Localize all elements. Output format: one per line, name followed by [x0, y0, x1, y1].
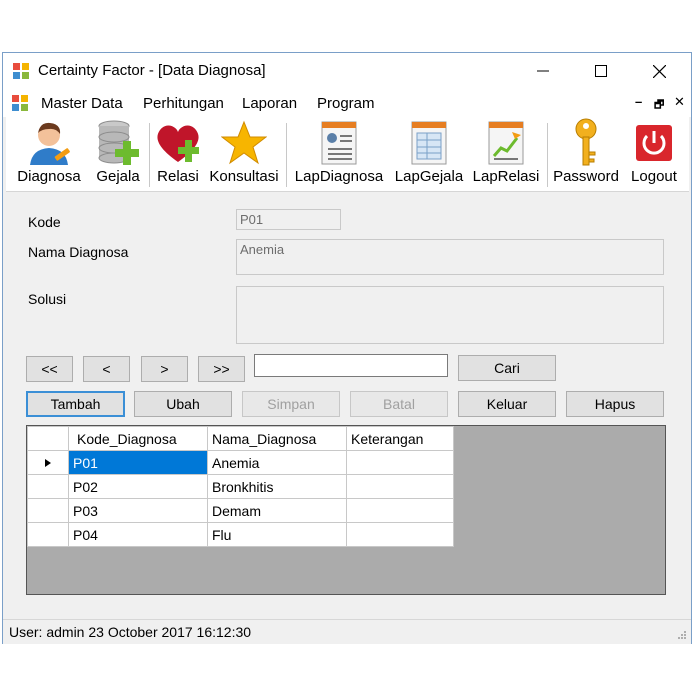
toolbar-logout-button[interactable]: Logout — [626, 117, 682, 191]
toolbar-relasi-label: Relasi — [157, 168, 199, 185]
maximize-icon — [595, 65, 607, 77]
grid-cell-keterangan[interactable] — [346, 522, 454, 547]
column-header-nama[interactable]: Nama_Diagnosa — [207, 426, 347, 451]
grid-table: Kode_Diagnosa Nama_Diagnosa Keterangan P… — [27, 426, 454, 547]
menu-laporan[interactable]: Laporan — [242, 95, 297, 112]
grid-cell-nama[interactable]: Anemia — [207, 450, 347, 475]
mdi-minimize-button[interactable]: – — [635, 94, 642, 109]
solusi-field[interactable] — [236, 286, 664, 344]
toolbar-separator — [547, 123, 548, 187]
title-bar: Certainty Factor - [Data Diagnosa] — [3, 53, 691, 89]
mdi-close-button[interactable]: ✕ — [674, 94, 685, 110]
grid-cell-keterangan[interactable] — [346, 498, 454, 523]
toolbar-diagnosa-button[interactable]: Diagnosa — [16, 117, 82, 191]
grid-cell-nama[interactable]: Bronkhitis — [207, 474, 347, 499]
grid-cell-kode[interactable]: P02 — [68, 474, 208, 499]
table-row[interactable]: P02 Bronkhitis — [27, 474, 454, 499]
data-grid[interactable]: Kode_Diagnosa Nama_Diagnosa Keterangan P… — [26, 425, 666, 595]
maximize-button[interactable] — [573, 53, 629, 89]
menu-bar: Master Data Perhitungan Laporan Program … — [3, 89, 691, 117]
row-pointer-icon — [45, 458, 51, 467]
menu-perhitungan[interactable]: Perhitungan — [143, 95, 224, 112]
last-record-button[interactable]: >> — [198, 356, 245, 382]
resize-grip-icon[interactable] — [677, 630, 687, 640]
row-header[interactable] — [27, 498, 69, 523]
tambah-button[interactable]: Tambah — [26, 391, 125, 417]
minimize-button[interactable] — [515, 53, 571, 89]
toolbar-laprelasi-button[interactable]: LapRelasi — [472, 117, 540, 191]
kode-field[interactable]: P01 — [236, 209, 341, 230]
cari-button[interactable]: Cari — [458, 355, 556, 381]
grid-cell-kode[interactable]: P03 — [68, 498, 208, 523]
table-report-icon — [411, 121, 447, 165]
mdi-child-icon[interactable] — [12, 95, 28, 111]
toolbar-lapgejala-button[interactable]: LapGejala — [393, 117, 465, 191]
column-header-kode[interactable]: Kode_Diagnosa — [68, 426, 208, 451]
toolbar-separator — [149, 123, 150, 187]
toolbar-laprelasi-label: LapRelasi — [472, 168, 540, 185]
star-icon — [221, 120, 267, 165]
simpan-button[interactable]: Simpan — [242, 391, 340, 417]
prev-record-button[interactable]: < — [83, 356, 130, 382]
grid-header-row: Kode_Diagnosa Nama_Diagnosa Keterangan — [27, 426, 454, 451]
toolbar-gejala-label: Gejala — [96, 168, 140, 185]
row-header[interactable] — [27, 474, 69, 499]
next-record-button[interactable]: > — [141, 356, 188, 382]
grid-cell-keterangan[interactable] — [346, 450, 454, 475]
app-window: Certainty Factor - [Data Diagnosa] Maste… — [2, 52, 692, 644]
window-title: Certainty Factor - [Data Diagnosa] — [38, 62, 266, 79]
grid-cell-kode[interactable]: P01 — [68, 450, 208, 475]
nama-diagnosa-field[interactable]: Anemia — [236, 239, 664, 275]
power-icon — [636, 125, 672, 161]
toolbar-konsultasi-label: Konsultasi — [209, 168, 279, 185]
status-text: User: admin 23 October 2017 16:12:30 — [9, 624, 252, 640]
toolbar-logout-label: Logout — [631, 168, 677, 185]
search-input[interactable] — [254, 354, 448, 377]
keluar-button[interactable]: Keluar — [458, 391, 556, 417]
grid-cell-kode[interactable]: P04 — [68, 522, 208, 547]
toolbar-password-button[interactable]: Password — [553, 117, 619, 191]
table-row[interactable]: P01 Anemia — [27, 450, 454, 475]
first-record-button[interactable]: << — [26, 356, 73, 382]
grid-cell-nama[interactable]: Demam — [207, 498, 347, 523]
grid-cell-keterangan[interactable] — [346, 474, 454, 499]
grid-cell-nama[interactable]: Flu — [207, 522, 347, 547]
kode-label: Kode — [28, 214, 61, 230]
row-header[interactable] — [27, 522, 69, 547]
row-header[interactable] — [27, 450, 69, 475]
toolbar-konsultasi-button[interactable]: Konsultasi — [207, 117, 281, 191]
ubah-button[interactable]: Ubah — [134, 391, 232, 417]
app-icon — [13, 63, 29, 79]
toolbar-lapdiagnosa-label: LapDiagnosa — [294, 168, 384, 185]
minimize-icon — [537, 70, 549, 72]
database-add-icon — [98, 120, 139, 165]
toolbar-password-label: Password — [553, 168, 619, 185]
report-icon — [321, 121, 357, 165]
solusi-label: Solusi — [28, 291, 67, 307]
menu-program[interactable]: Program — [317, 95, 375, 112]
nama-diagnosa-label: Nama Diagnosa — [28, 244, 129, 260]
heart-add-icon — [157, 125, 199, 162]
toolbar: Diagnosa Gejala Relasi Konsultasi LapDia… — [6, 117, 689, 192]
column-header-keterangan[interactable]: Keterangan — [346, 426, 454, 451]
mdi-restore-button[interactable]: 🗗 — [654, 96, 664, 115]
toolbar-lapgejala-label: LapGejala — [394, 168, 464, 185]
menu-master-data[interactable]: Master Data — [41, 95, 123, 112]
toolbar-gejala-button[interactable]: Gejala — [92, 117, 144, 191]
key-icon — [575, 118, 597, 166]
doctor-icon — [30, 122, 70, 165]
table-row[interactable]: P03 Demam — [27, 498, 454, 523]
batal-button[interactable]: Batal — [350, 391, 448, 417]
toolbar-diagnosa-label: Diagnosa — [17, 168, 81, 185]
toolbar-relasi-button[interactable]: Relasi — [153, 117, 203, 191]
close-icon — [652, 64, 666, 78]
chart-report-icon — [488, 121, 524, 165]
toolbar-separator — [286, 123, 287, 187]
status-bar: User: admin 23 October 2017 16:12:30 — [3, 619, 691, 644]
toolbar-lapdiagnosa-button[interactable]: LapDiagnosa — [293, 117, 385, 191]
close-button[interactable] — [631, 53, 687, 89]
hapus-button[interactable]: Hapus — [566, 391, 664, 417]
grid-corner-header — [27, 426, 69, 451]
table-row[interactable]: P04 Flu — [27, 522, 454, 547]
